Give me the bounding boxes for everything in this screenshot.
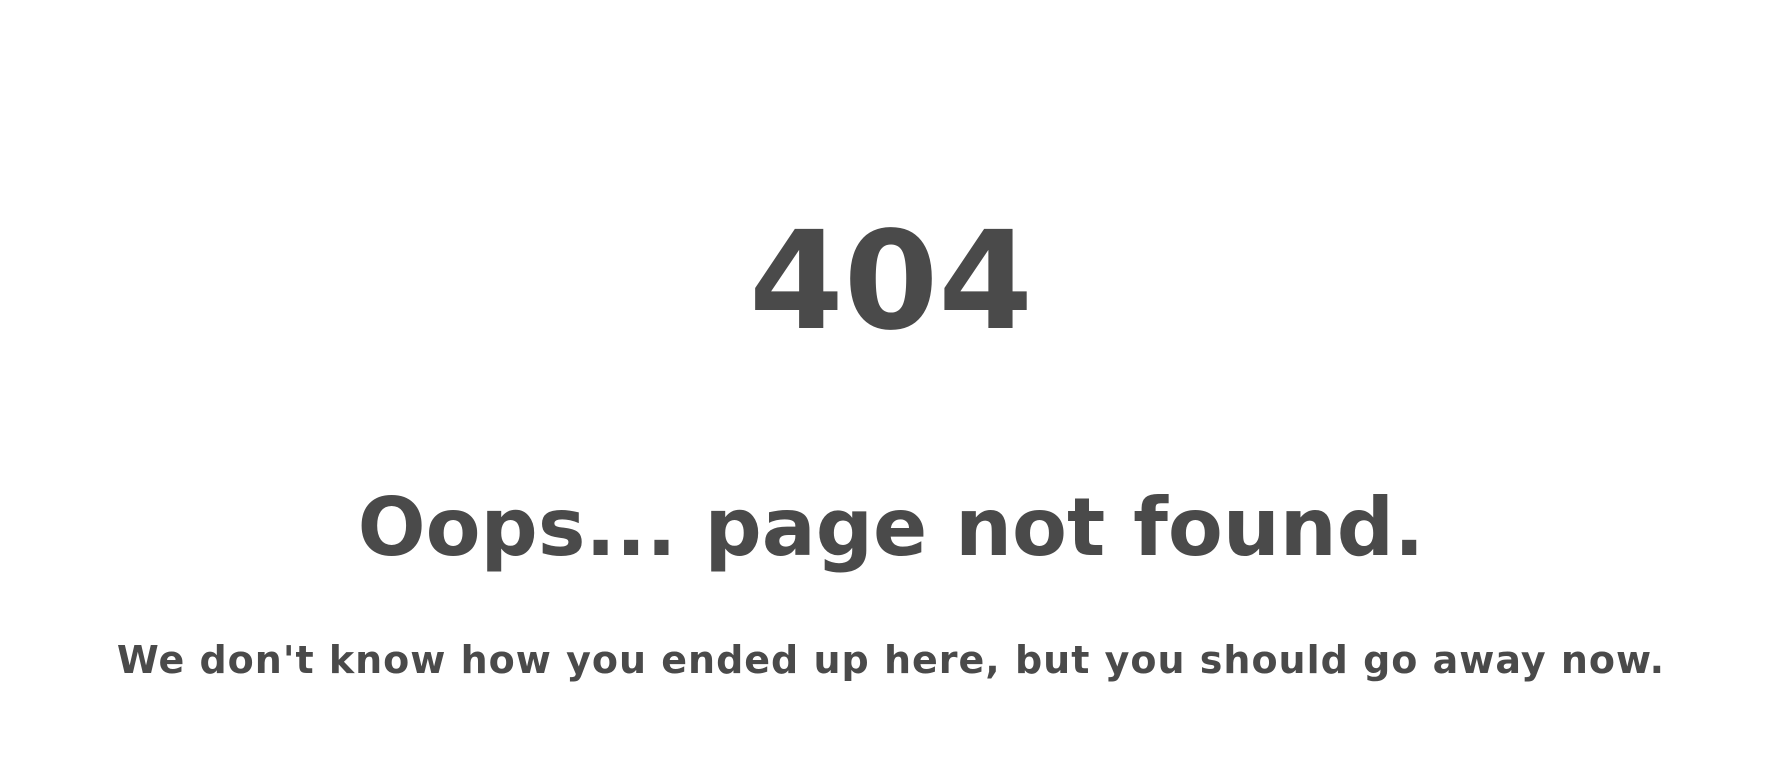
- error-code: 404: [749, 203, 1033, 361]
- error-headline: Oops... page not found.: [357, 481, 1425, 574]
- not-found-page: 404 Oops... page not found. We don't kno…: [0, 0, 1782, 778]
- error-message: We don't know how you ended up here, but…: [116, 638, 1666, 682]
